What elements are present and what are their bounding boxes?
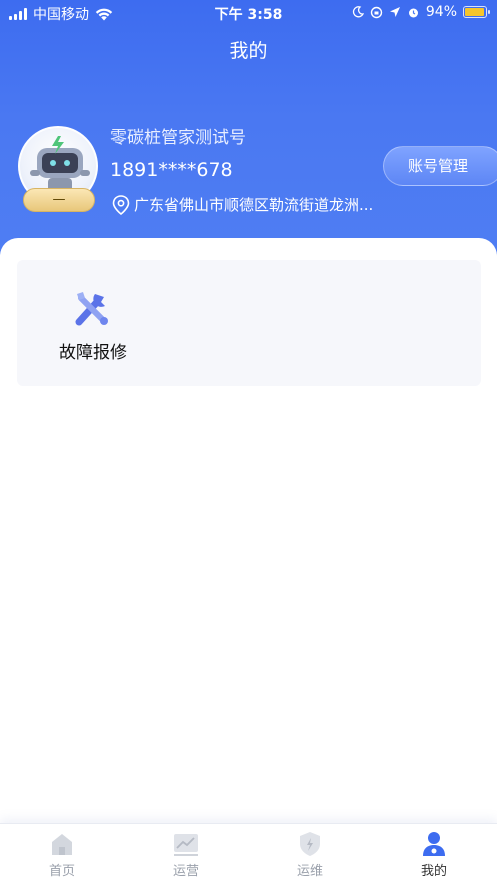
moon-icon (352, 6, 364, 18)
tab-mine-label: 我的 (420, 864, 447, 879)
tab-home-label: 首页 (48, 864, 75, 879)
tab-bar: 首页 运营 运维 我的 (0, 823, 497, 883)
user-name: 零碳桩管家测试号 (110, 128, 246, 148)
home-icon (52, 834, 72, 855)
tab-home[interactable]: 首页 (22, 830, 102, 882)
profile-header: 中国移动 下午 3:58 94% 我的 — 零碳桩管家测试号 1891****6… (0, 0, 497, 262)
battery-icon (463, 6, 490, 18)
account-management-button[interactable]: 账号管理 (383, 146, 497, 186)
user-address: 广东省佛山市顺德区勒流街道龙洲... (112, 194, 392, 215)
service-label: 故障报修 (59, 343, 127, 363)
tab-maintenance-label: 运维 (296, 864, 323, 879)
shield-bolt-icon (300, 832, 320, 856)
address-text: 广东省佛山市顺德区勒流街道龙洲... (134, 196, 374, 214)
status-right: 94% (352, 4, 490, 20)
page-title: 我的 (229, 40, 268, 62)
location-pin-icon (112, 194, 130, 215)
tab-operations-label: 运营 (172, 864, 199, 879)
tab-maintenance[interactable]: 运维 (270, 830, 350, 882)
tab-mine[interactable]: 我的 (394, 830, 474, 882)
user-phone: 1891****678 (110, 159, 233, 181)
wrench-screwdriver-icon (75, 292, 108, 326)
status-bar: 中国移动 下午 3:58 94% (0, 0, 497, 26)
avatar[interactable]: — (18, 126, 100, 214)
tab-operations[interactable]: 运营 (146, 830, 226, 882)
service-card: 故障报修 (17, 260, 481, 386)
battery-percent: 94% (425, 4, 457, 20)
member-badge: — (23, 188, 95, 212)
location-arrow-icon (389, 7, 400, 17)
chart-icon (174, 834, 198, 856)
user-icon (423, 832, 445, 856)
rotation-lock-icon (370, 6, 383, 18)
screen: 中国移动 下午 3:58 94% 我的 — 零碳桩管家测试号 1891****6… (0, 0, 497, 883)
service-item-repair[interactable]: 故障报修 (53, 288, 133, 368)
alarm-icon (408, 8, 418, 17)
main-content: 故障报修 (0, 238, 497, 823)
battery-level (465, 8, 484, 16)
